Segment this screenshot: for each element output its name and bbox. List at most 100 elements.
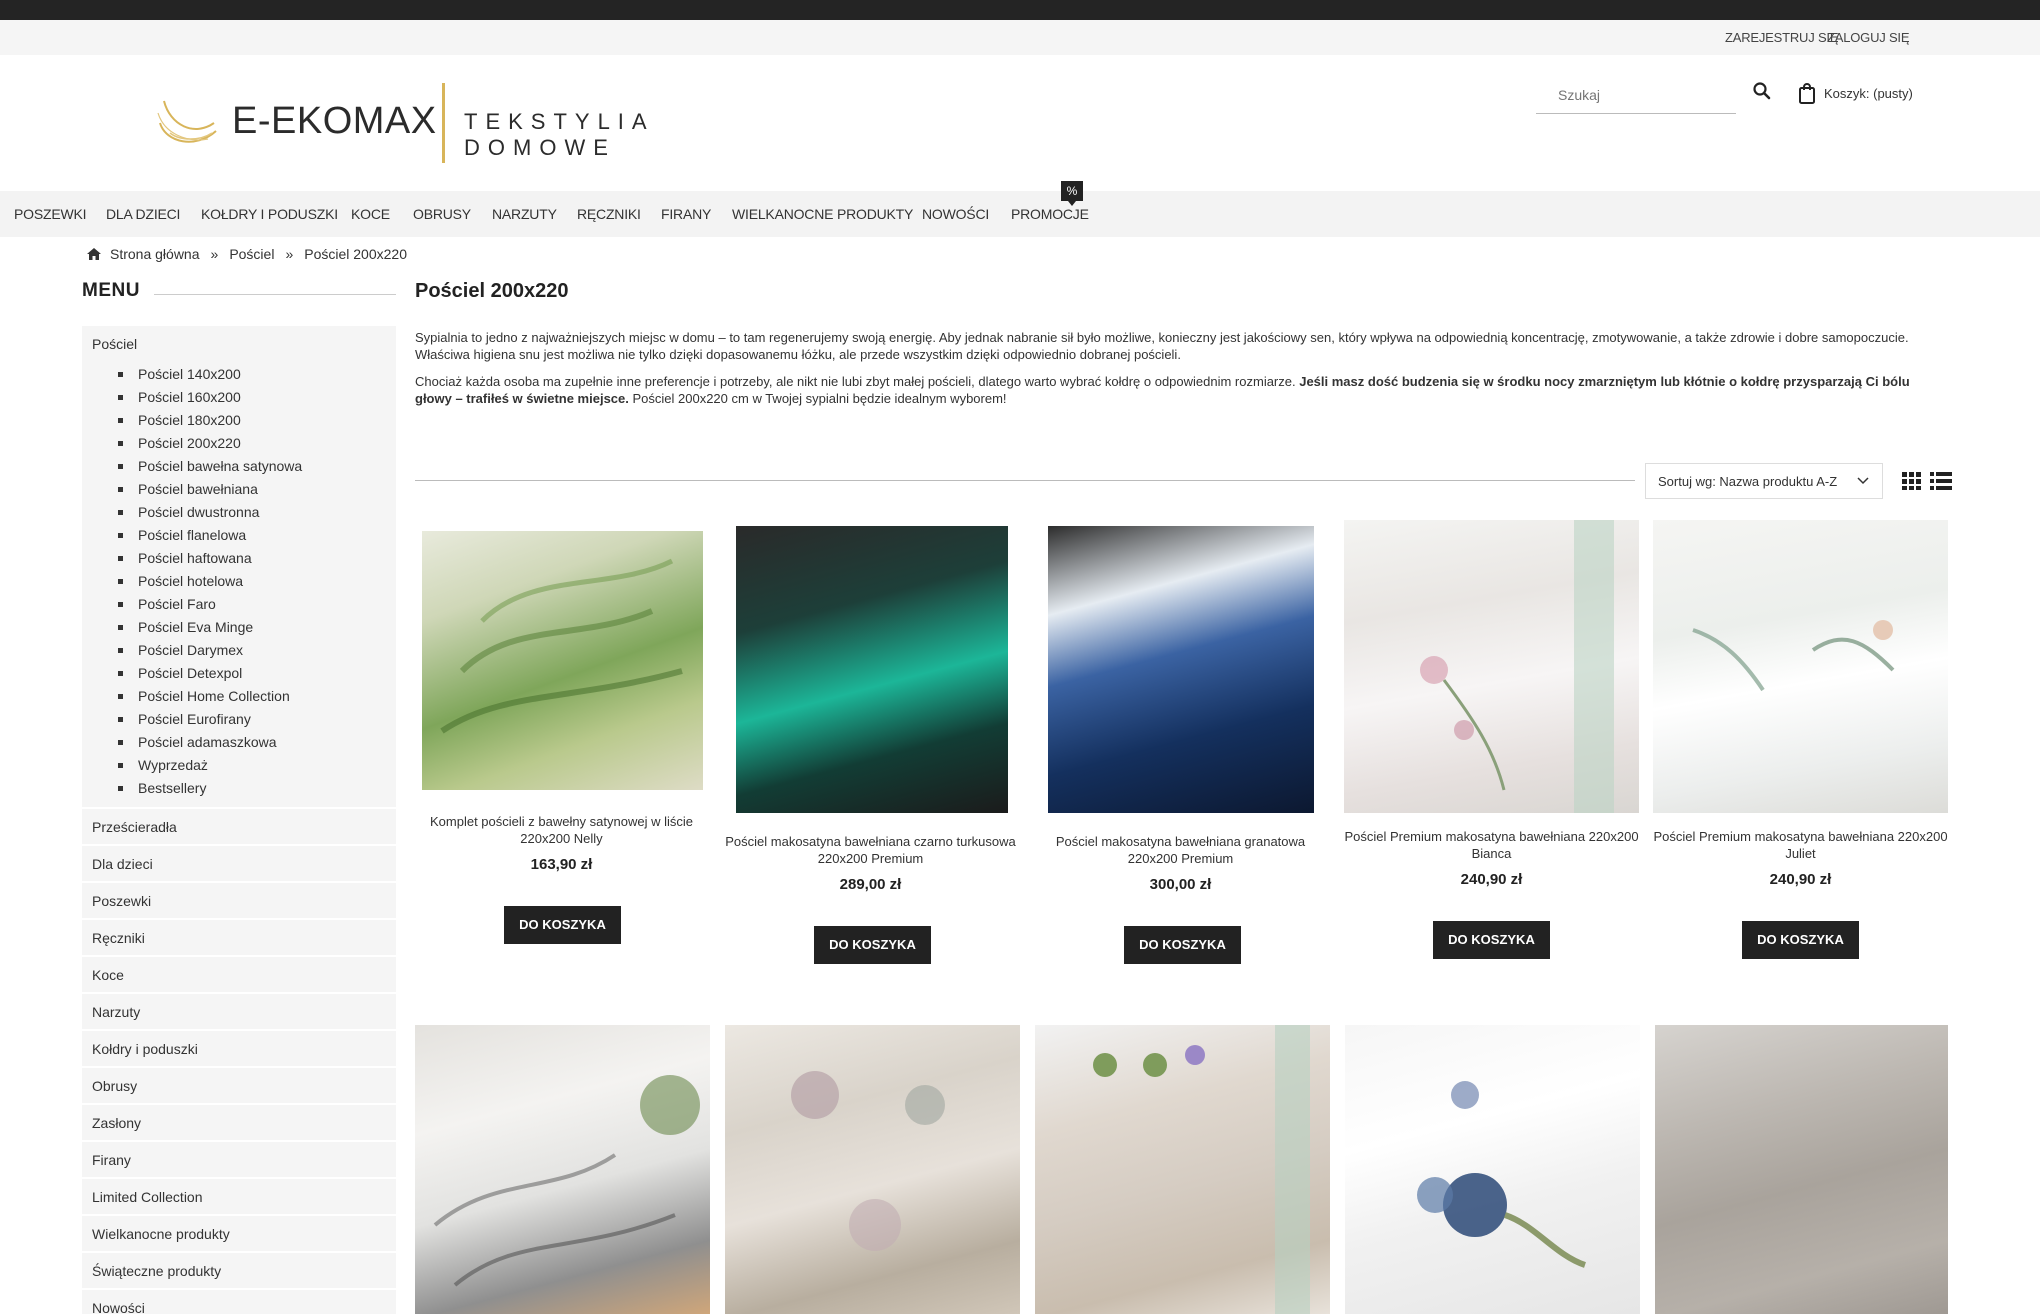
subcategory-item[interactable]: Pościel adamaszkowa [118,734,396,757]
subcategory-item[interactable]: Pościel Home Collection [118,688,396,711]
subcategory-item[interactable]: Wyprzedaż [118,757,396,780]
subcategory-item[interactable]: Pościel bawełna satynowa [118,458,396,481]
category-item[interactable]: Limited Collection [82,1179,396,1214]
subcategory-item[interactable]: Pościel 180x200 [118,412,396,435]
nav-item-koce[interactable]: KOCE [351,206,390,222]
nav-item-dla-dzieci[interactable]: DLA DZIECI [106,206,180,222]
product-name[interactable]: Komplet pościeli z bawełny satynowej w l… [415,813,708,847]
cart-label: Koszyk: (pusty) [1824,85,1913,101]
subcategory-item[interactable]: Pościel Detexpol [118,665,396,688]
subcategory-item[interactable]: Pościel flanelowa [118,527,396,550]
logo[interactable]: E-EKOMAX TEKSTYLIA DOMOWE [156,83,816,193]
product-image[interactable] [1344,520,1639,813]
nav-item-nowosci[interactable]: NOWOŚCI [922,206,989,222]
add-to-cart-button[interactable]: DO KOSZYKA [814,926,931,964]
home-icon[interactable] [86,247,102,261]
subcategory-item[interactable]: Pościel 200x220 [118,435,396,458]
category-item[interactable]: Poszewki [82,883,396,918]
floral-pattern-icon [791,1071,945,1251]
subcategory-item[interactable]: Pościel Eva Minge [118,619,396,642]
product-image[interactable] [1655,1025,1948,1314]
product-image[interactable] [736,526,1008,813]
register-link[interactable]: ZAREJESTRUJ SIĘ [1725,30,1838,45]
nav-item-promocje[interactable]: PROMOCJE [1011,206,1089,222]
nav-item-koldry[interactable]: KOŁDRY I PODUSZKI [201,206,338,222]
product-card [1035,1025,1330,1314]
nav-item-wielkanocne[interactable]: WIELKANOCNE PRODUKTY [732,206,913,222]
subcategory-item[interactable]: Bestsellery [118,780,396,803]
category-item[interactable]: Obrusy [82,1068,396,1103]
category-item[interactable]: Nowości [82,1290,396,1314]
logo-brand: E-EKOMAX [232,100,437,142]
subcategory-item[interactable]: Pościel Eurofirany [118,711,396,734]
plant-icon [1093,1025,1310,1314]
category-item[interactable]: Firany [82,1142,396,1177]
grid-view-icon[interactable] [1902,472,1922,490]
subcategory-item[interactable]: Pościel hotelowa [118,573,396,596]
add-to-cart-button[interactable]: DO KOSZYKA [1433,921,1550,959]
product-card: Komplet pościeli z bawełny satynowej w l… [415,520,708,950]
category-item[interactable]: Dla dzieci [82,846,396,881]
list-view-icon[interactable] [1930,472,1952,490]
product-image[interactable] [415,1025,710,1314]
add-to-cart-button[interactable]: DO KOSZYKA [504,906,621,944]
sidebar: MENU Pościel Pościel 140x200 Pościel 160x… [82,280,396,1314]
search-icon[interactable] [1752,81,1772,101]
category-item[interactable]: Koce [82,957,396,992]
menu-title: MENU [82,280,396,312]
category-item[interactable]: Prześcieradła [82,809,396,844]
product-image[interactable] [1048,526,1314,813]
product-image[interactable] [1035,1025,1330,1314]
product-name[interactable]: Pościel Premium makosatyna bawełniana 22… [1344,828,1639,862]
user-bar: ZAREJESTRUJ SIĘ ZALOGUJ SIĘ [0,20,2040,55]
nav-item-obrusy[interactable]: OBRUSY [413,206,471,222]
nav-item-reczniki[interactable]: RĘCZNIKI [577,206,641,222]
category-item[interactable]: Zasłony [82,1105,396,1140]
category-item[interactable]: Narzuty [82,994,396,1029]
subcategory-list: Pościel 140x200 Pościel 160x200 Pościel 18… [92,358,396,803]
breadcrumb-home[interactable]: Strona główna [110,246,200,262]
sort-label: Sortuj wg: Nazwa produktu A-Z [1658,474,1838,489]
category-item[interactable]: Wielkanocne produkty [82,1216,396,1251]
page-title: Pościel 200x220 [415,280,569,302]
add-to-cart-button[interactable]: DO KOSZYKA [1742,921,1859,959]
subcategory-item[interactable]: Pościel 140x200 [118,366,396,389]
sort-select[interactable]: Sortuj wg: Nazwa produktu A-Z [1645,463,1883,499]
breadcrumb-level1[interactable]: Pościel [229,246,274,262]
description-paragraph-2: Chociaż każda osoba ma zupełnie inne pre… [415,373,1950,407]
search-input[interactable] [1536,80,1696,110]
nav-item-poszewki[interactable]: POSZEWKI [14,206,86,222]
subcategory-item[interactable]: Pościel bawełniana [118,481,396,504]
floral-pattern-icon [1420,520,1614,813]
subcategory-item[interactable]: Pościel 160x200 [118,389,396,412]
menu-title-rule [154,294,396,295]
leaf-pattern-icon [433,1075,700,1287]
cart-link[interactable]: Koszyk: (pusty) [1798,80,1913,106]
product-image[interactable] [725,1025,1020,1314]
category-posciel[interactable]: Pościel [92,336,396,358]
product-image[interactable] [422,531,703,790]
product-card [1345,1025,1640,1314]
category-item[interactable]: Ręczniki [82,920,396,955]
subcategory-item[interactable]: Pościel dwustronna [118,504,396,527]
header: E-EKOMAX TEKSTYLIA DOMOWE Koszyk: (pusty… [0,55,2040,191]
product-card: Pościel makosatyna bawełniana czarno tur… [724,520,1017,970]
logo-tagline: TEKSTYLIA DOMOWE [464,109,654,160]
main-nav: POSZEWKI DLA DZIECI KOŁDRY I PODUSZKI KO… [0,181,2040,237]
category-item[interactable]: Świąteczne produkty [82,1253,396,1288]
category-item[interactable]: Kołdry i poduszki [82,1031,396,1066]
product-image[interactable] [1345,1025,1640,1314]
product-image[interactable] [1653,520,1948,813]
description-text: Chociaż każda osoba ma zupełnie inne pre… [415,374,1300,389]
nav-item-narzuty[interactable]: NARZUTY [492,206,557,222]
product-name[interactable]: Pościel Premium makosatyna bawełniana 22… [1653,828,1948,862]
login-link[interactable]: ZALOGUJ SIĘ [1827,30,1910,45]
product-name[interactable]: Pościel makosatyna bawełniana granatowa … [1034,833,1327,867]
subcategory-item[interactable]: Pościel haftowana [118,550,396,573]
product-name[interactable]: Pościel makosatyna bawełniana czarno tur… [724,833,1017,867]
nav-item-firany[interactable]: FIRANY [661,206,711,222]
subcategory-item[interactable]: Pościel Faro [118,596,396,619]
subcategory-item[interactable]: Pościel Darymex [118,642,396,665]
add-to-cart-button[interactable]: DO KOSZYKA [1124,926,1241,964]
product-card: Pościel Premium makosatyna bawełniana 22… [1344,520,1639,970]
